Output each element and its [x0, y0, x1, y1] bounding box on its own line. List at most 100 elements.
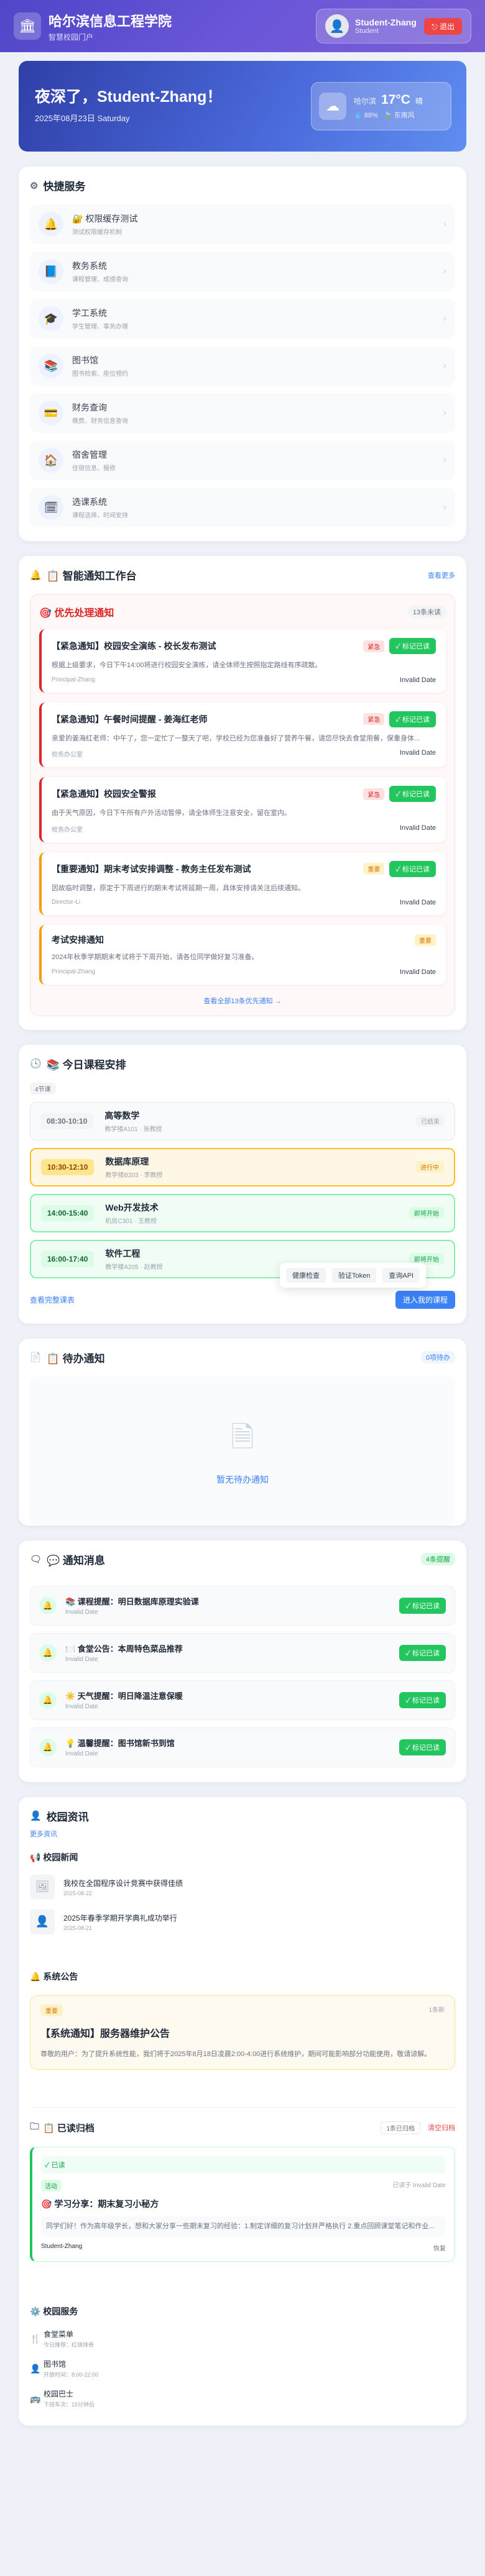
library-icon: 📚: [39, 353, 63, 378]
announcement-body: 尊敬的用户：为了提升系统性能，我们将于2025年8月18日凌晨2:00-4:00…: [40, 2050, 432, 2058]
campus-service-item[interactable]: 🚌 校园巴士 下班车次：15分钟后: [30, 2383, 455, 2413]
message-date: Invalid Date: [65, 1609, 98, 1616]
workbench-card: 🔔 📋 智能通知工作台 查看更多 🎯 优先处理通知 13条未读 【紧急通知】校园安全演…: [19, 556, 466, 1288]
priority-notice[interactable]: 【重要通知】期末考试安排调整 - 教务主任发布测试 重要 ✓ 标记已读 因故临时调整，…: [39, 852, 446, 916]
message-item[interactable]: 🔔 💡 温馨提醒：图书馆新书到馆 Invalid Date ✓ 标记已读: [30, 1727, 455, 1767]
course-name: 高等数学: [104, 1110, 140, 1121]
priority-section: 🎯 优先处理通知 13条未读 【紧急通知】校园安全演练 - 校长发布测试 紧急 ✓ 标…: [30, 594, 455, 1016]
greeting-banner: 夜深了，Student-Zhang！ 2025年08月23日 Saturday …: [19, 61, 466, 152]
service-desc: 测试权限缓存机制: [72, 229, 122, 236]
user-box: 👤 Student-Zhang Student ⎋ 退出: [316, 9, 471, 43]
view-all-priority-link[interactable]: 查看全部13条优先通知 →: [39, 996, 446, 1006]
schedule-title: 📚 今日课程安排: [46, 1058, 126, 1071]
quick-service-item[interactable]: 📚 图书馆 图书检索、座位预约 ›: [30, 346, 455, 386]
archive-section: 🗀 📋 已读归档 1条已归档 清空归档: [30, 2106, 455, 2147]
bell-icon: 🔔: [39, 1596, 57, 1614]
priority-notice[interactable]: 【紧急通知】校园安全演练 - 校长发布测试 紧急 ✓ 标记已读 根据上级要求，今日下午…: [39, 629, 446, 693]
message-item[interactable]: 🔔 📚 课程提醒：明日数据库原理实验课 Invalid Date ✓ 标记已读: [30, 1585, 455, 1626]
priority-notice[interactable]: 【紧急通知】午餐时间提醒 - 姜海红老师 紧急 ✓ 标记已读 亲爱的姜海红老师：中午了…: [39, 702, 446, 768]
announcement-item[interactable]: 重要 1条新 【系统通知】服务器维护公告 尊敬的用户：为了提升系统性能，我们将于2…: [30, 1995, 455, 2070]
workbench-more-link[interactable]: 查看更多: [428, 570, 455, 580]
service-label: 宿舍管理: [72, 450, 107, 460]
more-news-link[interactable]: 更多资讯: [30, 1829, 455, 1839]
course-name: 数据库原理: [105, 1156, 149, 1167]
notice-title: 【紧急通知】校园安全警报: [52, 789, 156, 799]
course-time: 08:30-10:10: [40, 1113, 94, 1129]
course-item[interactable]: 14:00-15:40 Web开发技术 机房C301 · 王教授 即将开始: [30, 1193, 455, 1232]
mark-read-button[interactable]: ✓ 标记已读: [389, 638, 436, 654]
priority-notice[interactable]: 【紧急通知】校园安全警报 紧急 ✓ 标记已读 由于天气原因，今日下午所有户外活动暂停，…: [39, 777, 446, 842]
top-header: 🏛 哈尔滨信息工程学院 智慧校园门户 👤 Student-Zhang Stude…: [0, 0, 485, 52]
notice-body: 2024年秋季学期期末考试将于下周开始，请各位同学做好复习准备。: [52, 953, 259, 962]
my-courses-button[interactable]: 进入我的课程: [395, 1290, 455, 1309]
chevron-right-icon: ›: [443, 360, 446, 371]
query-api-button[interactable]: 查询API: [382, 1268, 420, 1283]
quick-service-item[interactable]: 📘 教务系统 课程管理、成绩查询 ›: [30, 252, 455, 291]
news-item[interactable]: 🖼 我校在全国程序设计竞赛中获得佳绩 2025-08-22: [30, 1870, 455, 1905]
notice-body: 因故临时调整，原定于下周进行的期末考试将延期一周，具体安排请关注后续通知。: [52, 884, 305, 892]
todo-count: 0项待办: [420, 1351, 455, 1364]
health-check-button[interactable]: 健康检查: [286, 1268, 326, 1283]
message-item[interactable]: 🔔 ☀️ 天气提醒：明日降温注意保暖 Invalid Date ✓ 标记已读: [30, 1680, 455, 1720]
notice-date: Invalid Date: [399, 824, 436, 832]
course-item[interactable]: 10:30-12:10 数据库原理 教学楼B203 · 李教授 进行中: [30, 1147, 455, 1186]
mark-read-button[interactable]: ✓ 标记已读: [389, 711, 436, 727]
mark-read-button[interactable]: ✓ 标记已读: [399, 1597, 446, 1614]
avatar[interactable]: 👤: [325, 14, 349, 38]
app-subtitle: 智慧校园门户: [48, 32, 94, 42]
notice-body: 根据上级要求，今日下午14:00将进行校园安全演练，请全体师生按照指定路线有序疏…: [52, 662, 322, 669]
campus-service-item[interactable]: 🍴 食堂菜单 今日推荐：红烧排骨: [30, 2324, 455, 2354]
notice-tag: 紧急: [363, 788, 385, 800]
announcement-tag: 重要: [40, 2004, 63, 2016]
notice-from: 校务办公室: [52, 752, 83, 759]
quick-service-item[interactable]: 🔔 🔐 权限缓存测试 测试权限缓存机制 ›: [30, 204, 455, 244]
todo-title: 📋 待办通知: [46, 1352, 105, 1365]
course-location: 机房C301 · 王教授: [105, 1217, 157, 1225]
archive-tag: 活动: [41, 2179, 61, 2191]
cloud-icon: ☁: [319, 93, 346, 120]
news-title: 📢 校园新闻: [30, 1852, 78, 1862]
campus-services: ⚙️ 校园服务 🍴 食堂菜单 今日推荐：红烧排骨 👤 图书馆 开放时间：8:00-22:0…: [30, 2299, 455, 2413]
archived-notice[interactable]: ✓ 已读 活动 已读于 Invalid Date 🎯 学习分享：期末复习小秘方 …: [30, 2146, 455, 2262]
logout-button[interactable]: ⎋ 退出: [424, 17, 462, 35]
campus-service-item[interactable]: 👤 图书馆 开放时间：8:00-22:00: [30, 2354, 455, 2383]
priority-notice[interactable]: 考试安排通知 重要 2024年秋季学期期末考试将于下周开始，请各位同学做好复习准备。…: [39, 925, 446, 985]
school-logo-icon: 🏛: [14, 12, 41, 40]
course-status: 进行中: [415, 1161, 444, 1173]
mark-read-button[interactable]: ✓ 标记已读: [399, 1691, 446, 1708]
mark-read-button[interactable]: ✓ 标记已读: [389, 786, 436, 803]
home-icon: 🏠: [39, 448, 63, 473]
full-schedule-link[interactable]: 查看完整课表: [30, 1295, 75, 1305]
weather-widget[interactable]: ☁ 哈尔滨 17°C 晴 💧 88% 🍃 东南风: [311, 82, 451, 130]
archive-status: 已读: [51, 2161, 65, 2169]
mark-read-button[interactable]: ✓ 标记已读: [389, 860, 436, 877]
service-desc: 课程管理、成绩查询: [72, 276, 128, 283]
todo-card: 📄 📋 待办通知 0项待办 🗎 暂无待办通知: [19, 1338, 466, 1526]
course-item[interactable]: 08:30-10:10 高等数学 教学楼A101 · 张教授 已结束: [30, 1101, 455, 1140]
messages-title: 💬 通知消息: [47, 1554, 105, 1567]
quick-service-item[interactable]: 💳 财务查询 缴费、财务信息查询 ›: [30, 393, 455, 433]
verify-token-button[interactable]: 验证Token: [332, 1268, 377, 1283]
news-item[interactable]: 👤 2025年春季学期开学典礼成功举行 2025-08-21: [30, 1905, 455, 1939]
course-location: 教学楼B203 · 李教授: [105, 1172, 163, 1179]
announcement-title: 🔔 系统公告: [30, 1971, 78, 1982]
quick-service-item[interactable]: 🗓 选课系统 课程选择、时间安排 ›: [30, 488, 455, 527]
archive-count: 1条已归档: [381, 2121, 420, 2134]
notice-title: 【重要通知】期末考试安排调整 - 教务主任发布测试: [52, 863, 251, 874]
notice-from: Principal-Zhang: [52, 968, 96, 975]
notice-title: 考试安排通知: [52, 935, 104, 945]
person-icon: 👤: [30, 1909, 55, 1934]
message-text: 📚 课程提醒：明日数据库原理实验课: [65, 1597, 199, 1607]
mark-read-button[interactable]: ✓ 标记已读: [399, 1644, 446, 1661]
message-item[interactable]: 🔔 🍽️ 食堂公告：本周特色菜品推荐 Invalid Date ✓ 标记已读: [30, 1632, 455, 1673]
quick-service-item[interactable]: 🏠 宿舍管理 住宿信息、报修 ›: [30, 440, 455, 480]
restore-button[interactable]: 恢复: [433, 2243, 446, 2252]
mark-read-button[interactable]: ✓ 标记已读: [399, 1739, 446, 1755]
chat-icon: 🗨: [30, 1554, 42, 1565]
news-title: 2025年春季学期开学典礼成功举行: [63, 1913, 177, 1923]
quick-service-item[interactable]: 🎓 学工系统 学生管理、事务办理 ›: [30, 299, 455, 339]
messages-card: 🗨 💬 通知消息 4条提醒 🔔 📚 课程提醒：明日数据库原理实验课 Invalid Da…: [19, 1540, 466, 1782]
message-text: ☀️ 天气提醒：明日降温注意保暖: [65, 1691, 183, 1701]
clear-archive-button[interactable]: 清空归档: [428, 2123, 455, 2132]
portal-page: 🏛 哈尔滨信息工程学院 智慧校园门户 👤 Student-Zhang Stude…: [0, 0, 485, 2576]
